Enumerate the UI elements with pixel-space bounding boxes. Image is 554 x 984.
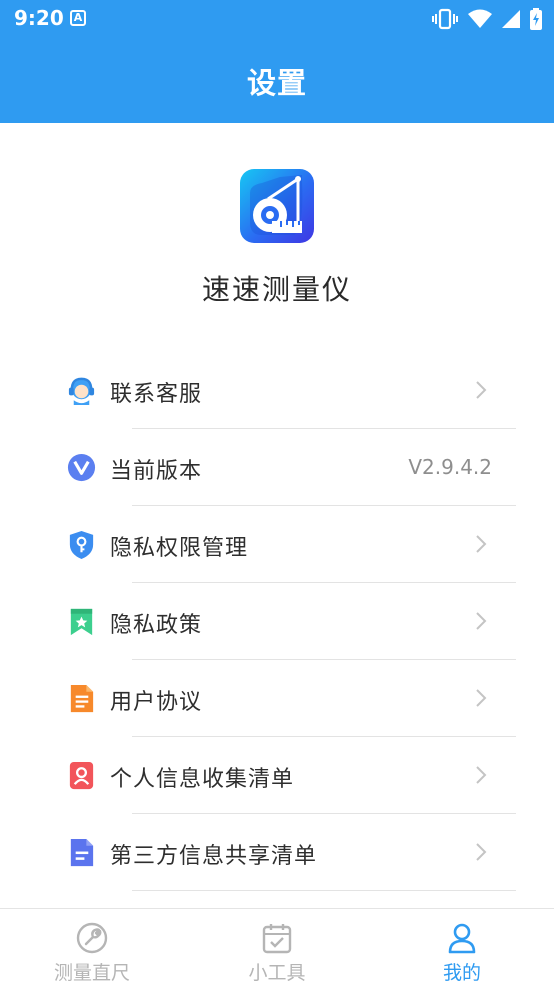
tab-label: 小工具 xyxy=(248,962,306,984)
chevron-right-icon xyxy=(476,843,487,861)
menu-item-label: 隐私权限管理 xyxy=(110,536,249,561)
menu-item-label: 当前版本 xyxy=(110,459,203,484)
menu-item-user-agreement[interactable]: 用户协议 xyxy=(0,660,554,737)
document-icon xyxy=(70,684,94,713)
version-icon xyxy=(67,453,96,482)
menu-item-customer-service[interactable]: 联系客服 xyxy=(0,352,554,429)
menu-item-label: 隐私政策 xyxy=(110,613,203,638)
menu-item-label: 个人信息收集清单 xyxy=(110,767,295,792)
tab-tools[interactable]: 小工具 xyxy=(185,909,369,984)
tab-mine[interactable]: 我的 xyxy=(370,909,554,984)
app-logo xyxy=(240,169,314,243)
chevron-right-icon xyxy=(476,689,487,707)
customer-service-icon xyxy=(68,377,95,406)
notification-icon: A xyxy=(70,10,86,26)
menu-item-label: 用户协议 xyxy=(110,690,203,715)
bottom-tab-bar: 测量直尺 小工具 我的 xyxy=(0,908,554,984)
status-bar: 9:20 A xyxy=(0,0,554,38)
calendar-check-icon xyxy=(262,924,292,954)
status-icons xyxy=(432,7,542,31)
menu-item-privacy-permissions[interactable]: 隐私权限管理 xyxy=(0,506,554,583)
tab-label: 我的 xyxy=(442,962,481,984)
status-time: 9:20 xyxy=(14,6,64,30)
menu-item-privacy-policy[interactable]: 隐私政策 xyxy=(0,583,554,660)
wifi-icon xyxy=(468,9,492,28)
app-name: 速速测量仪 xyxy=(201,273,352,306)
signal-icon xyxy=(502,10,520,28)
chevron-right-icon xyxy=(476,381,487,399)
bookmark-star-icon xyxy=(70,608,93,636)
menu-item-version[interactable]: 当前版本 V2.9.4.2 xyxy=(0,429,554,506)
chevron-right-icon xyxy=(476,766,487,784)
chevron-right-icon xyxy=(476,612,487,630)
menu-item-third-party-sharing-list[interactable]: 第三方信息共享清单 xyxy=(0,814,554,891)
vibrate-icon xyxy=(432,8,458,30)
battery-charging-icon xyxy=(530,8,542,30)
settings-menu: 联系客服 当前版本 V2.9.4.2 隐私权限管理 隐私政策 用户协议 个人信息… xyxy=(0,352,554,891)
tab-measure-ruler[interactable]: 测量直尺 xyxy=(0,909,184,984)
tab-label: 测量直尺 xyxy=(53,962,130,984)
wrench-icon xyxy=(76,922,108,954)
file-list-icon xyxy=(70,838,94,867)
menu-item-label: 联系客服 xyxy=(110,382,203,407)
shield-key-icon xyxy=(69,530,94,560)
menu-item-label: 第三方信息共享清单 xyxy=(110,844,318,869)
person-icon xyxy=(448,923,476,954)
version-value: V2.9.4.2 xyxy=(408,455,492,479)
app-bar: 设置 xyxy=(0,38,554,123)
chevron-right-icon xyxy=(476,535,487,553)
menu-item-personal-info-list[interactable]: 个人信息收集清单 xyxy=(0,737,554,814)
page-title: 设置 xyxy=(246,66,307,100)
tape-measure-icon xyxy=(250,175,303,235)
user-card-icon xyxy=(69,761,94,790)
divider xyxy=(132,890,516,891)
